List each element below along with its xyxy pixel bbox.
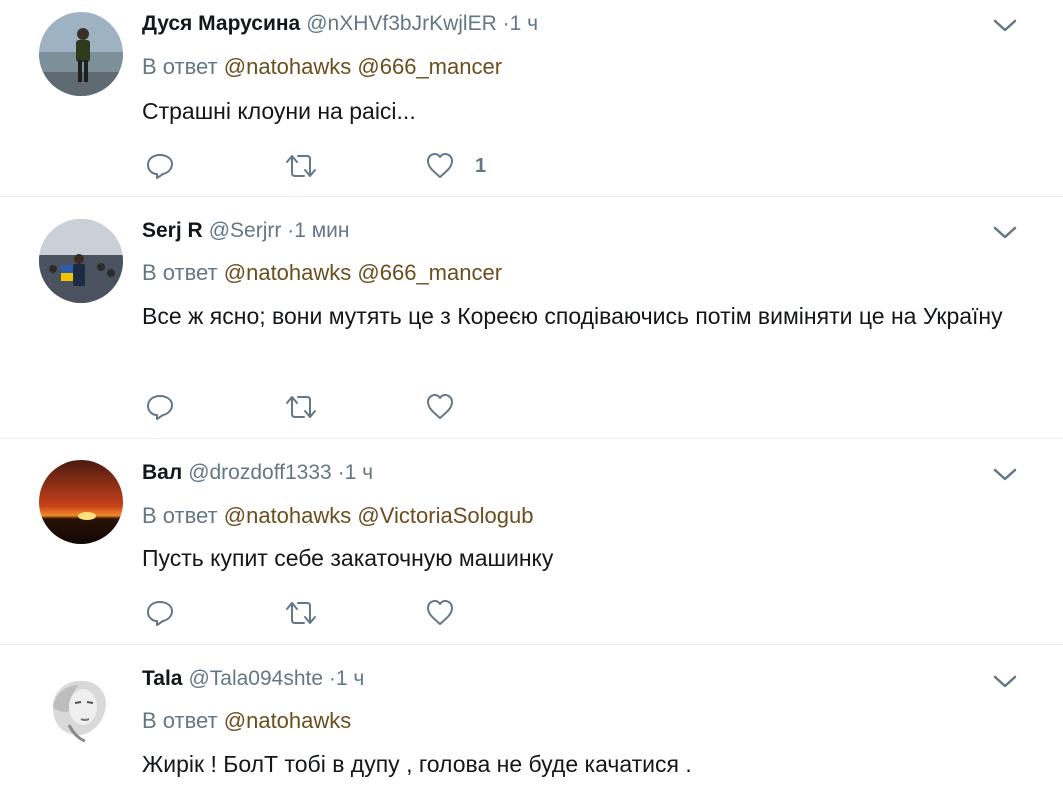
- reply-context: В ответ @natohawks @666_mancer: [142, 258, 502, 288]
- avatar[interactable]: [39, 219, 123, 303]
- avatar[interactable]: [39, 667, 123, 751]
- mention-link[interactable]: @natohawks: [224, 708, 352, 733]
- reply-context: В ответ @natohawks @666_mancer: [142, 52, 502, 82]
- chevron-down-icon[interactable]: [990, 16, 1020, 36]
- reply-button[interactable]: [145, 151, 175, 181]
- separator-dot: ·: [337, 461, 345, 484]
- tweet[interactable]: Serj R @Serjrr ·1 мин В ответ @natohawks …: [0, 197, 1063, 439]
- chevron-down-icon[interactable]: [990, 672, 1020, 692]
- avatar[interactable]: [39, 12, 123, 96]
- mention-link[interactable]: @natohawks: [224, 260, 352, 285]
- reply-button[interactable]: [145, 598, 175, 628]
- reply-prefix: В ответ: [142, 54, 218, 79]
- retweet-button[interactable]: [284, 151, 318, 181]
- reply-prefix: В ответ: [142, 503, 218, 528]
- reply-prefix: В ответ: [142, 260, 218, 285]
- mention-link[interactable]: @natohawks: [224, 54, 352, 79]
- tweet[interactable]: Вал @drozdoff1333 ·1 ч В ответ @natohawks…: [0, 439, 1063, 645]
- mention-link[interactable]: @natohawks: [224, 503, 352, 528]
- like-count: 1: [475, 155, 487, 177]
- retweet-button[interactable]: [284, 598, 318, 628]
- chevron-down-icon[interactable]: [990, 465, 1020, 485]
- tweet-header: Дуся Марусина @nXHVf3bJrKwjlER ·1 ч: [142, 10, 538, 38]
- reply-icon: [147, 395, 173, 420]
- tweet-header: Вал @drozdoff1333 ·1 ч: [142, 459, 373, 487]
- retweet-button[interactable]: [284, 392, 318, 422]
- separator-dot: ·: [502, 12, 510, 35]
- separator-dot: ·: [328, 667, 336, 690]
- heart-icon: [427, 153, 453, 178]
- retweet-icon: [286, 602, 316, 624]
- timestamp[interactable]: 1 мин: [294, 219, 349, 242]
- tweet[interactable]: Tala @Tala094shte ·1 ч В ответ @natohawks…: [0, 645, 1063, 797]
- chevron-down-icon[interactable]: [990, 223, 1020, 243]
- tweet-text: Страшні клоуни на раісі...: [142, 98, 416, 124]
- heart-icon: [427, 600, 453, 625]
- mention-link[interactable]: @666_mancer: [357, 260, 502, 285]
- tweet[interactable]: Дуся Марусина @nXHVf3bJrKwjlER ·1 ч В отв…: [0, 0, 1063, 197]
- timestamp[interactable]: 1 ч: [336, 667, 364, 690]
- display-name[interactable]: Tala: [142, 667, 182, 690]
- mention-link[interactable]: @VictoriaSologub: [357, 503, 533, 528]
- avatar[interactable]: [39, 460, 123, 544]
- heart-icon: [427, 394, 453, 419]
- user-handle[interactable]: @nXHVf3bJrKwjlER: [306, 12, 497, 35]
- display-name[interactable]: Вал: [142, 461, 182, 484]
- like-button[interactable]: [425, 598, 455, 628]
- tweet-actions: [145, 598, 645, 628]
- reply-context: В ответ @natohawks @VictoriaSologub: [142, 501, 533, 531]
- display-name[interactable]: Serj R: [142, 219, 203, 242]
- reply-prefix: В ответ: [142, 708, 218, 733]
- like-button[interactable]: [425, 151, 455, 181]
- retweet-icon: [286, 396, 316, 418]
- reply-button[interactable]: [145, 392, 175, 422]
- user-handle[interactable]: @Tala094shte: [188, 667, 323, 690]
- tweet-actions: [145, 392, 645, 422]
- tweet-text: Все ж ясно; вони мутять це з Кореєю спод…: [142, 303, 1003, 329]
- retweet-icon: [286, 155, 316, 177]
- mention-link[interactable]: @666_mancer: [357, 54, 502, 79]
- user-handle[interactable]: @drozdoff1333: [188, 461, 332, 484]
- like-button[interactable]: [425, 392, 455, 422]
- display-name[interactable]: Дуся Марусина: [142, 12, 300, 35]
- tweet-actions: 1: [145, 151, 645, 181]
- tweet-text: Пусть купит себе закаточную машинку: [142, 545, 554, 571]
- reply-icon: [147, 154, 173, 179]
- reply-icon: [147, 601, 173, 626]
- tweet-header: Tala @Tala094shte ·1 ч: [142, 665, 364, 693]
- timestamp[interactable]: 1 ч: [510, 12, 538, 35]
- tweet-header: Serj R @Serjrr ·1 мин: [142, 217, 349, 245]
- reply-feed: Дуся Марусина @nXHVf3bJrKwjlER ·1 ч В отв…: [0, 0, 1063, 797]
- reply-context: В ответ @natohawks: [142, 706, 351, 736]
- user-handle[interactable]: @Serjrr: [209, 219, 282, 242]
- timestamp[interactable]: 1 ч: [345, 461, 373, 484]
- tweet-text: Жирік ! БолТ тобі в дупу , голова не буд…: [142, 751, 692, 777]
